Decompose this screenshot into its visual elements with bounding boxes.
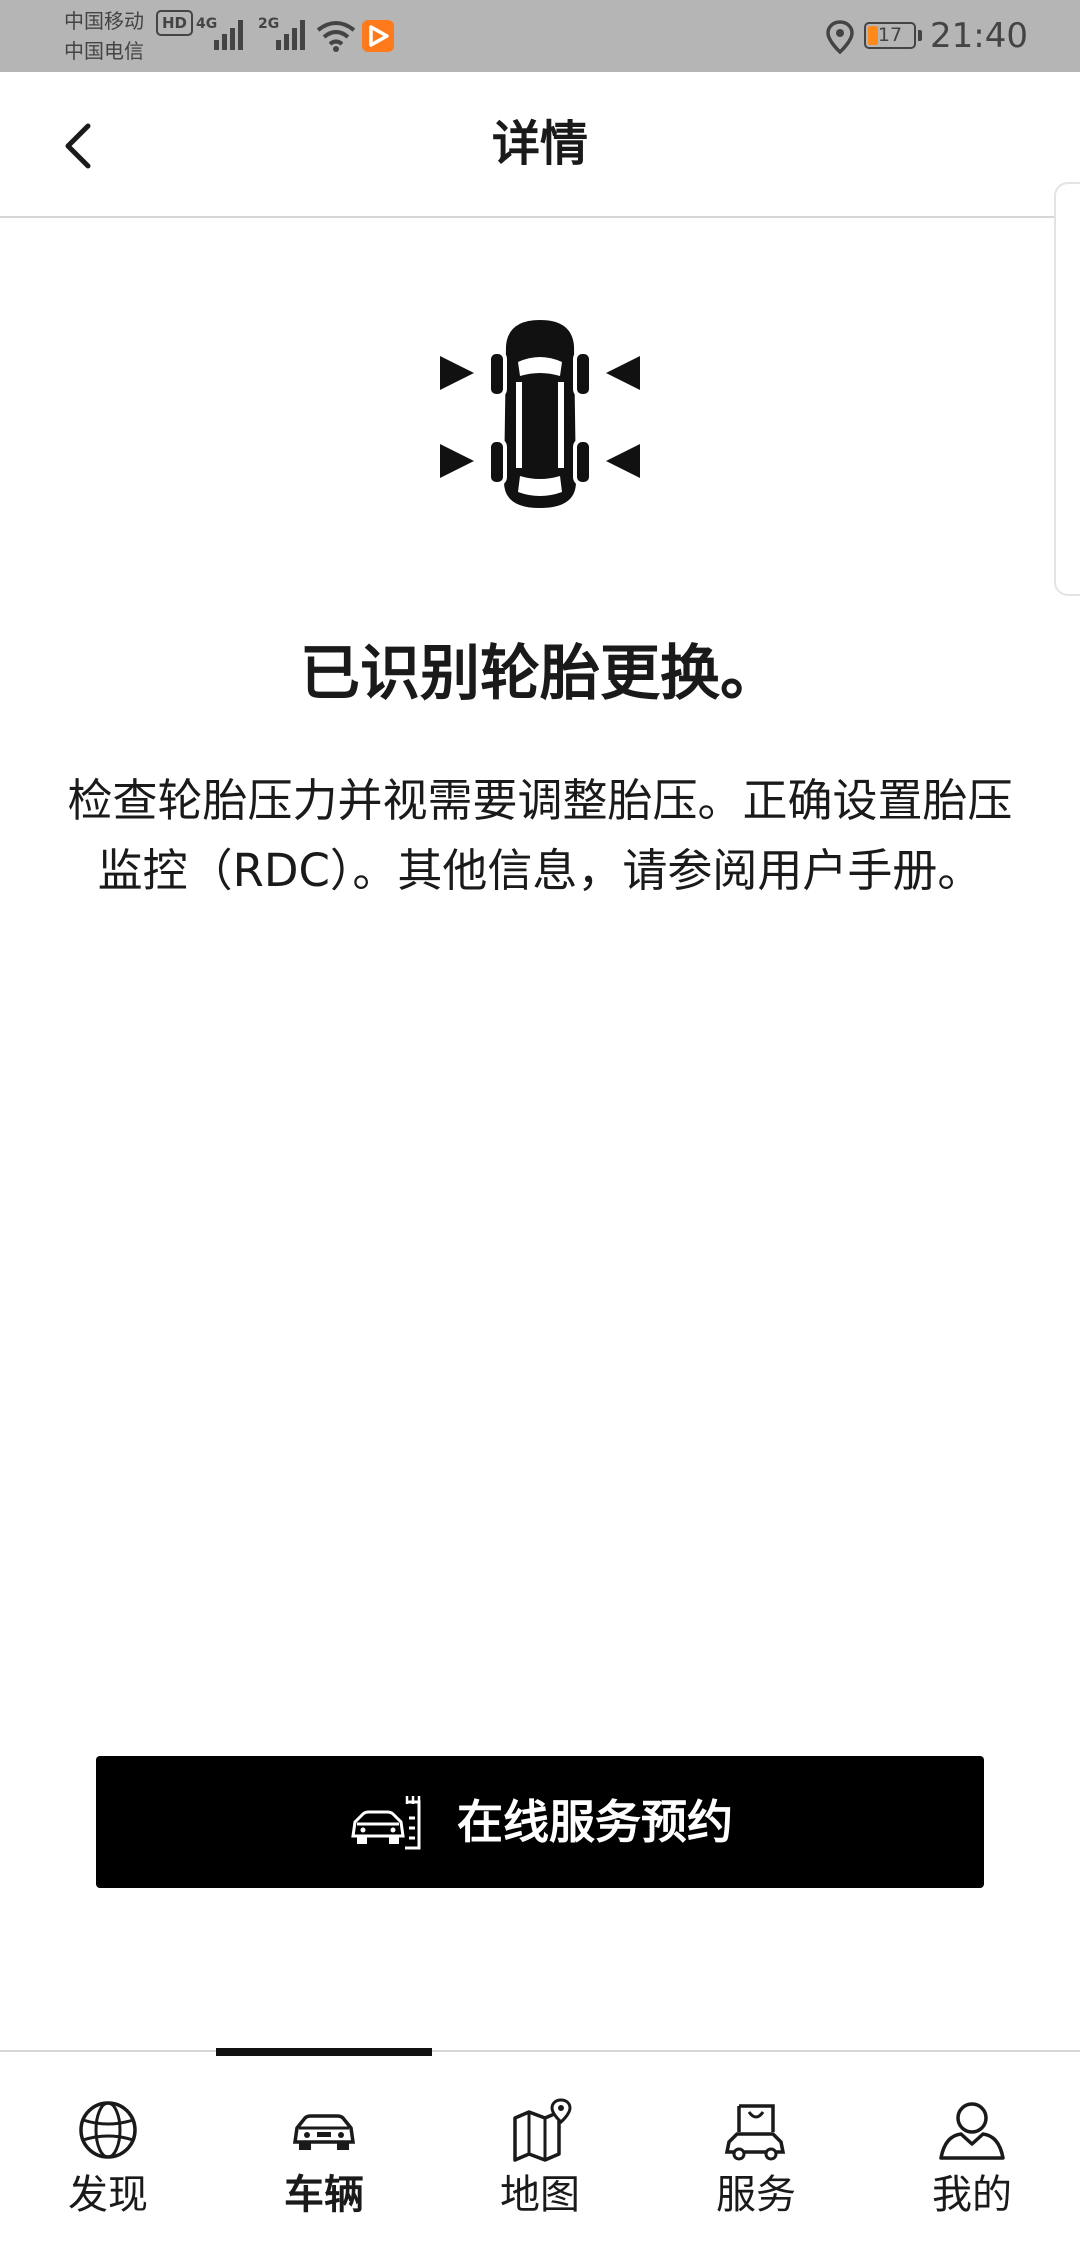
message-title: 已识别轮胎更换。	[300, 639, 780, 709]
message-body: 检查轮胎压力并视需要调整胎压。正确设置胎压监控（RDC）。其他信息，请参阅用户手…	[67, 774, 1013, 897]
globe-icon	[79, 2101, 137, 2159]
nav-item-discover[interactable]: 发现	[0, 2052, 216, 2246]
location-icon	[826, 20, 854, 54]
battery-level: 17	[877, 24, 903, 46]
carrier-1-label: 中国移动	[64, 9, 144, 33]
status-bar: 中国移动 中国电信 HD 4G 2G 17 21:40	[0, 0, 1080, 72]
car-icon	[292, 2114, 356, 2150]
nav-label-map: 地图	[500, 2172, 580, 2218]
nav-item-vehicle[interactable]: 车辆	[216, 2052, 432, 2246]
carrier-info: 中国移动 中国电信	[64, 6, 164, 66]
nav-label-discover: 发现	[68, 2172, 148, 2218]
map-icon	[513, 2098, 572, 2162]
nav-label-service: 服务	[716, 2172, 796, 2218]
battery-nub	[918, 30, 922, 41]
nav-item-map[interactable]: 地图	[432, 2052, 648, 2246]
hd-badge: HD	[156, 10, 194, 36]
service-car-icon	[351, 1796, 421, 1850]
tire-change-car-icon	[440, 320, 640, 508]
page-title: 详情	[491, 116, 588, 172]
app-notify-icon	[362, 20, 394, 52]
nav-label-me: 我的	[932, 2172, 1012, 2218]
battery-icon: 17	[864, 22, 916, 49]
page-header: 详情	[0, 72, 1080, 218]
shopping-bag-car-icon	[724, 2104, 786, 2161]
wifi-icon	[316, 21, 356, 52]
online-service-booking-label: 在线服务预约	[457, 1795, 733, 1849]
nav-item-service[interactable]: 服务	[648, 2052, 864, 2246]
signal-icon	[214, 20, 243, 50]
nav-item-me[interactable]: 我的	[864, 2052, 1080, 2246]
bottom-nav: 发现 车辆 地图 服务 我的	[0, 2048, 1080, 2246]
signal-icon-2	[276, 20, 305, 50]
online-service-booking-button[interactable]: 在线服务预约	[96, 1756, 984, 1888]
user-icon	[939, 2102, 1005, 2160]
nav-label-vehicle: 车辆	[284, 2172, 364, 2218]
status-time: 21:40	[930, 16, 1028, 56]
carrier-2-label: 中国电信	[64, 39, 144, 63]
side-drawer-handle[interactable]	[1054, 182, 1080, 596]
